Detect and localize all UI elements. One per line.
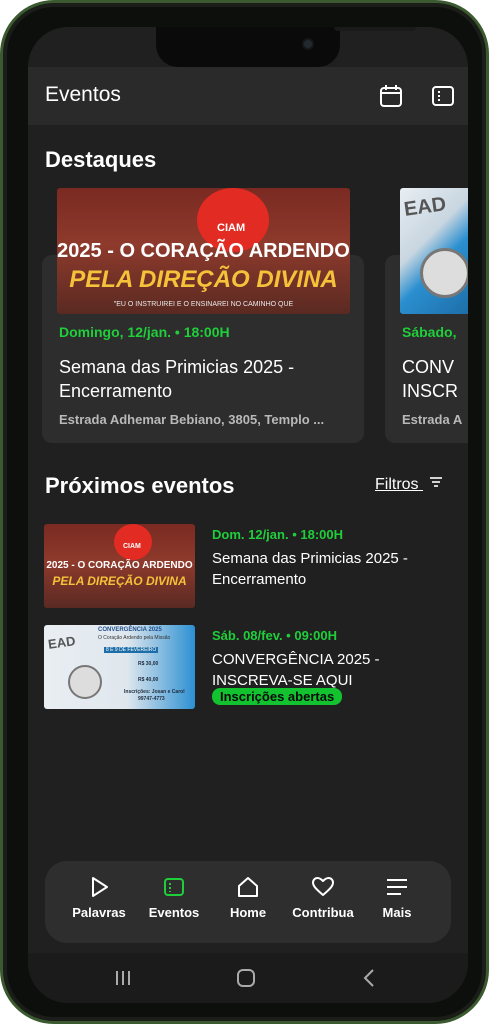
- event-thumbnail: CIAM 2025 - O CORAÇÃO ARDENDO PELA DIREÇ…: [44, 524, 195, 608]
- thumb-sub: O Coração Ardendo pela Missão: [98, 635, 171, 641]
- list-item[interactable]: CIAM 2025 - O CORAÇÃO ARDENDO PELA DIREÇ…: [44, 524, 452, 610]
- thumb-line1: 2025 - O CORAÇÃO ARDENDO: [46, 560, 193, 571]
- nav-item-home[interactable]: Home: [213, 875, 283, 920]
- bottom-nav: Palavras Eventos Home Contribua Mais: [45, 861, 451, 943]
- event-name: CONVERGÊNCIA 2025 - INSCREVA-SE AQUI: [212, 651, 380, 689]
- sidebar-toggle-icon[interactable]: [430, 83, 456, 109]
- phone-frame: Eventos Destaques Domingo, 12/jan. • 18:…: [0, 0, 489, 1024]
- highlights-title: Destaques: [45, 147, 157, 172]
- thumb-contact: Inscrições: Josan e Carol: [124, 689, 185, 695]
- back-icon[interactable]: [362, 968, 376, 993]
- event-banner[interactable]: CIAM 2025 - O CORAÇÃO ARDENDO PELA DIREÇ…: [57, 188, 350, 314]
- nav-label: Eventos: [148, 905, 200, 920]
- event-date: Dom. 12/jan. • 18:00H: [212, 527, 343, 542]
- notch: [156, 27, 416, 67]
- event-date: Sáb. 08/fev. • 09:00H: [212, 628, 337, 643]
- heart-icon: [312, 877, 334, 896]
- nav-item-mais[interactable]: Mais: [362, 875, 432, 920]
- thumb-date: 8 E 9 DE FEVEREIRO: [104, 647, 159, 653]
- menu-icon: [387, 879, 407, 895]
- nav-label: Mais: [382, 905, 412, 920]
- banner-title-line2: PELA DIREÇÃO DIVINA: [69, 266, 338, 293]
- thumb-title: CONVERGÊNCIA 2025: [98, 627, 162, 633]
- upcoming-title: Próximos eventos: [45, 473, 235, 498]
- logo-circle: [114, 524, 152, 560]
- app-bar: Eventos: [28, 67, 468, 125]
- thumb-phone: 99747-4773: [138, 696, 165, 702]
- thumb-price1: R$ 30,00: [138, 661, 159, 667]
- logo-text: CIAM: [123, 543, 141, 550]
- front-camera: [304, 40, 312, 48]
- filters-button[interactable]: Filtros: [375, 476, 443, 494]
- thumb-ead: EAD: [47, 633, 77, 652]
- filter-icon: [430, 477, 443, 487]
- screen: Eventos Destaques Domingo, 12/jan. • 18:…: [28, 27, 468, 1003]
- nav-item-palavras[interactable]: Palavras: [64, 875, 134, 920]
- event-name-line1: CONV: [402, 357, 455, 377]
- events-icon: [164, 878, 184, 896]
- page-title: Eventos: [45, 83, 121, 106]
- nav-label: Palavras: [72, 905, 126, 920]
- event-name: Semana das Primicias 2025 - Encerramento: [212, 550, 408, 588]
- nav-item-contribua[interactable]: Contribua: [288, 875, 358, 920]
- play-icon: [92, 877, 108, 897]
- event-banner[interactable]: EAD: [400, 188, 468, 314]
- recent-apps-icon[interactable]: [114, 969, 132, 992]
- event-location: Estrada A: [402, 412, 463, 427]
- event-name: Semana das Primicias 2025 - Encerramento: [59, 357, 295, 401]
- banner-verse: "EU O INSTRUIREI E O ENSINAREI NO CAMINH…: [113, 301, 294, 308]
- list-item[interactable]: EAD CONVERGÊNCIA 2025 O Coração Ardendo …: [44, 625, 452, 711]
- banner-title-line1: 2025 - O CORAÇÃO ARDENDO: [57, 240, 350, 262]
- event-thumbnail: EAD CONVERGÊNCIA 2025 O Coração Ardendo …: [44, 625, 195, 709]
- nav-label: Home: [229, 905, 267, 920]
- home-icon: [238, 877, 258, 897]
- logo-text: CIAM: [217, 222, 246, 234]
- nav-item-eventos[interactable]: Eventos: [139, 875, 209, 920]
- event-date: Sábado,: [402, 324, 457, 340]
- thumb-price2: R$ 40,00: [138, 677, 159, 683]
- filters-label: Filtros: [375, 476, 419, 493]
- banner-ead-text: EAD: [402, 193, 448, 221]
- event-date: Domingo, 12/jan. • 18:00H: [59, 324, 230, 340]
- calendar-icon[interactable]: [378, 83, 404, 109]
- thumb-dial: [68, 665, 102, 699]
- nav-label: Contribua: [292, 905, 354, 920]
- banner-dial: [420, 248, 468, 298]
- home-button-icon[interactable]: [236, 968, 256, 993]
- speaker: [334, 27, 416, 31]
- event-name-line2: INSCR: [402, 381, 459, 401]
- thumb-line2: PELA DIREÇÃO DIVINA: [52, 574, 187, 588]
- event-location: Estrada Adhemar Bebiano, 3805, Templo ..…: [59, 412, 325, 427]
- status-badge: Inscrições abertas: [212, 688, 343, 705]
- system-nav-bar: [28, 953, 468, 1003]
